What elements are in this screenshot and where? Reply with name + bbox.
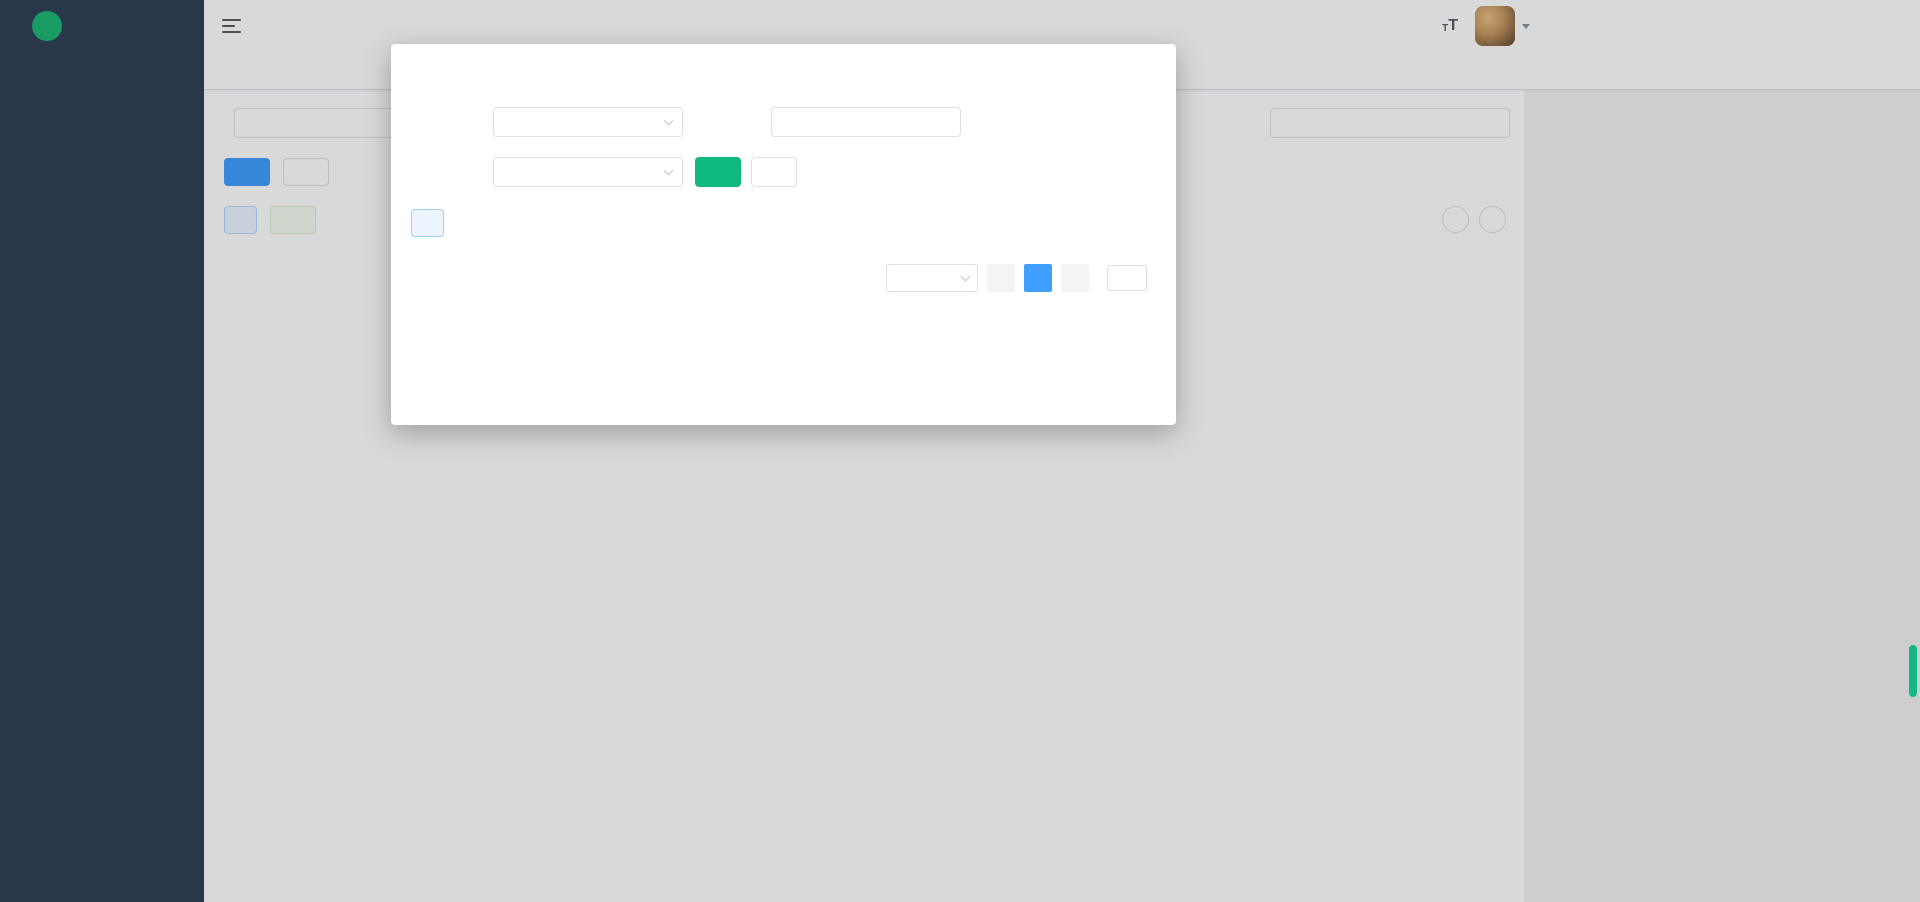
chevron-down-icon: [664, 116, 674, 126]
search-icon: [709, 166, 722, 179]
chevron-down-icon: [961, 272, 971, 282]
goto-page-input[interactable]: [1107, 265, 1147, 291]
modal-search-button[interactable]: [695, 157, 741, 187]
page-size-select[interactable]: [886, 264, 978, 292]
next-page-button[interactable]: [1061, 264, 1089, 292]
add-data-button[interactable]: [411, 209, 444, 237]
modal-reset-button[interactable]: [751, 157, 797, 187]
dict-label-input[interactable]: [771, 107, 961, 137]
dict-data-dialog: [391, 44, 1176, 425]
dict-name-select[interactable]: [493, 107, 683, 137]
pagination: [411, 264, 1156, 292]
page-scrollbar-thumb[interactable]: [1909, 645, 1917, 697]
chevron-down-icon: [664, 166, 674, 176]
page-1-button[interactable]: [1024, 264, 1052, 292]
refresh-icon: [765, 166, 778, 179]
status-select[interactable]: [493, 157, 683, 187]
prev-page-button[interactable]: [987, 264, 1015, 292]
